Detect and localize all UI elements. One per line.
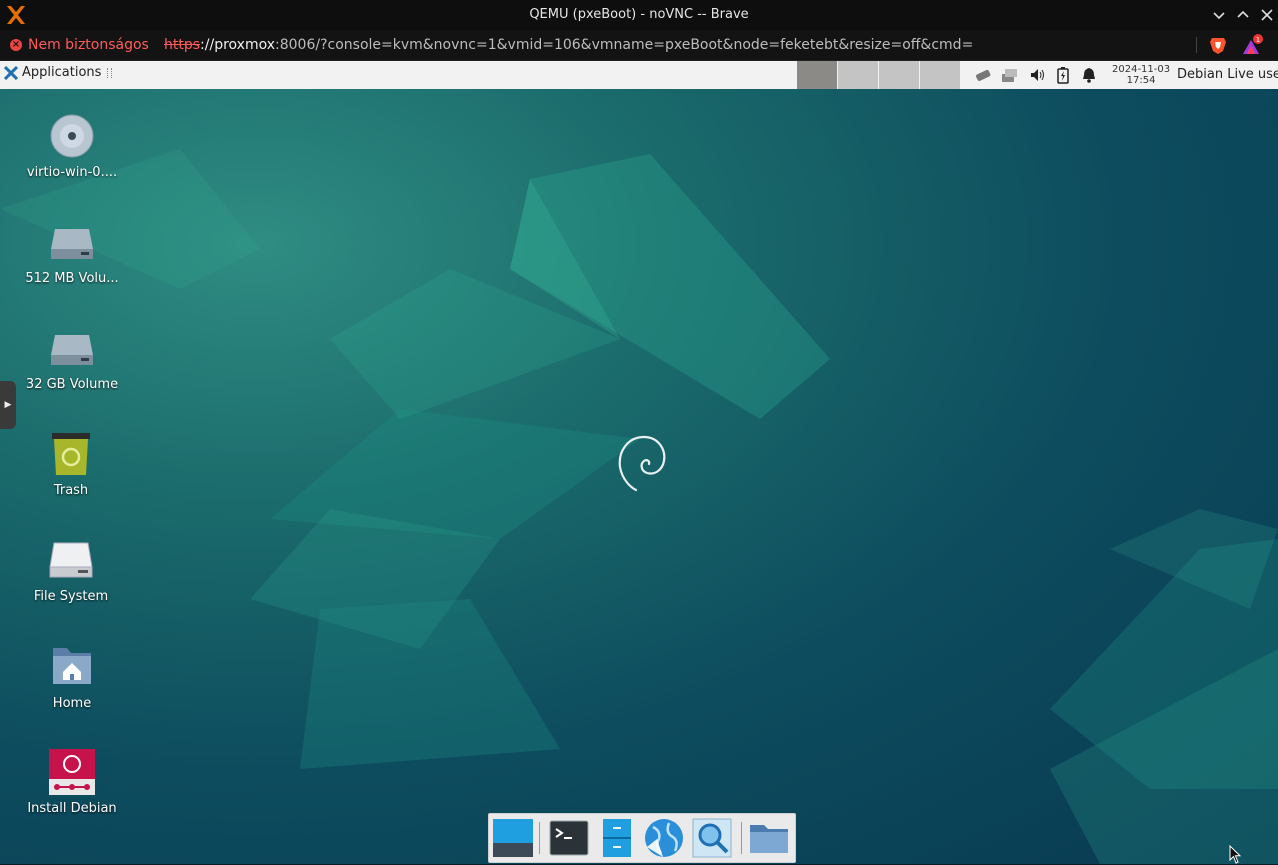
top-panel: Applications 2024-11-03 17:54 Debian Liv… [0,61,1278,90]
home-folder-icon [53,648,91,684]
desktop-icon-label: Trash [53,483,89,498]
web-browser-icon[interactable] [643,817,685,859]
minimize-chevron-icon[interactable] [1210,6,1228,24]
drive-icon [51,229,93,259]
security-warning-label: Nem biztonságos [28,37,149,53]
bottom-dock [488,813,796,863]
desktop-icon-label: 32 GB Volume [25,377,119,392]
desktop-icon-virtio-cd[interactable]: virtio-win-0.... [22,113,122,180]
clock[interactable]: 2024-11-03 17:54 [1112,64,1170,86]
desktop-icon-512mb-volume[interactable]: 512 MB Volu... [22,219,122,286]
desktop-icon-32gb-volume[interactable]: 32 GB Volume [22,325,122,392]
folder-icon[interactable] [748,817,790,859]
rewards-badge: 1 [1256,36,1260,44]
drive-icon [51,335,93,365]
file-manager-icon[interactable] [596,817,638,859]
workspace-4[interactable] [920,61,960,89]
address-bar: × Nem biztonságos https://proxmox:8006/?… [0,30,1278,61]
close-icon[interactable] [1258,6,1276,24]
workspace-1[interactable] [797,61,837,89]
user-menu[interactable]: Debian Live user [1177,67,1278,82]
applications-menu-button[interactable]: Applications [4,65,113,80]
brave-shields-icon[interactable] [1208,35,1228,55]
panel-handle[interactable] [107,67,113,78]
url-path: :8006/?console=kvm&novnc=1&vmid=106&vmna… [275,37,974,53]
desktop-icon-label: File System [33,589,109,604]
show-desktop-icon[interactable] [492,817,534,859]
side-panel-toggle[interactable]: ▶ [0,381,16,429]
url-host: ://proxmox [200,37,276,53]
workspace-2[interactable] [838,61,878,89]
url-scheme: https [164,37,201,53]
mouse-cursor-icon [1229,845,1242,864]
brave-rewards-icon[interactable]: 1 [1240,34,1264,56]
security-warning[interactable]: × Nem biztonságos [10,37,149,53]
applications-label: Applications [22,65,102,80]
warning-icon: × [10,39,22,51]
workspace-3[interactable] [879,61,919,89]
notifications-bell-icon[interactable] [1080,66,1098,84]
debian-installer-icon [49,749,95,795]
battery-icon[interactable] [1054,66,1072,84]
harddisk-icon [49,542,93,578]
browser-titlebar: QEMU (pxeBoot) - noVNC -- Brave [0,0,1278,30]
desktop-icon-label: Home [52,696,92,711]
xfce-logo-icon [4,65,18,80]
dock-separator [741,822,742,854]
desktop-icon-label: 512 MB Volu... [25,271,119,286]
dock-separator [539,822,540,854]
clock-time: 17:54 [1126,75,1156,86]
cd-disc-icon [50,114,94,158]
trash-icon [52,433,90,475]
maximize-chevron-icon[interactable] [1234,6,1252,24]
url-field[interactable]: https://proxmox:8006/?console=kvm&novnc=… [164,37,973,53]
search-icon[interactable] [691,817,733,859]
divider [1196,37,1197,53]
network-icon[interactable] [1000,66,1018,84]
volume-icon[interactable] [1028,66,1046,84]
terminal-icon[interactable] [548,817,590,859]
desktop-icon-home[interactable]: Home [22,644,122,711]
desktop-icon-label: Install Debian [27,801,117,816]
window-title: QEMU (pxeBoot) - noVNC -- Brave [529,7,749,22]
desktop-icon-file-system[interactable]: File System [21,537,121,604]
desktop-icon-install-debian[interactable]: Install Debian [22,749,122,816]
desktop-icon-trash[interactable]: Trash [21,431,121,498]
desktop[interactable]: ▶ virtio-win-0.... 512 MB Volu... 32 GB … [0,89,1278,864]
desktop-icon-label: virtio-win-0.... [26,165,118,180]
removable-drive-icon[interactable] [974,66,992,84]
debian-swirl-loading-icon [618,435,666,492]
clock-date: 2024-11-03 [1112,64,1171,75]
